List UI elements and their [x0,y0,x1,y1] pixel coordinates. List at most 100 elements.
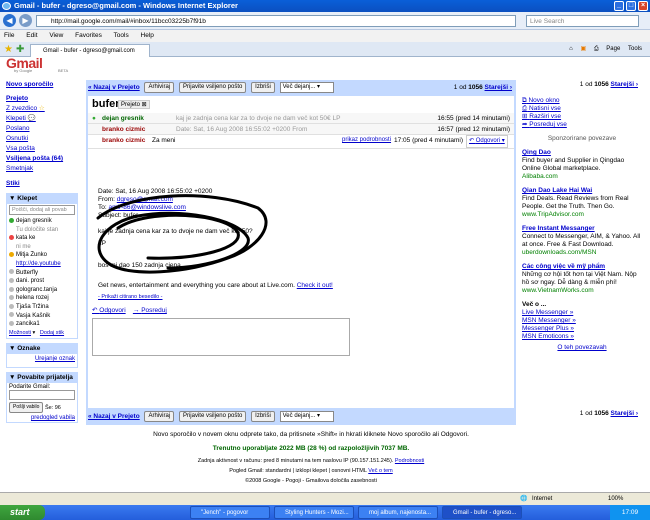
inbox-label-chip[interactable]: Prejeto ⊠ [118,100,150,109]
ad-url[interactable]: Alibaba.com [522,173,642,181]
labels-header[interactable]: ▼ Oznake [7,344,77,354]
nav-spam[interactable]: Vsiljena pošta (64) [6,154,78,164]
invite-email-input[interactable] [9,390,75,401]
more-link[interactable]: MSN Emoticons » [522,333,642,341]
start-button[interactable]: start [0,505,45,520]
contact-item[interactable]: Mitja Žunko [9,251,75,260]
page-menu[interactable]: Page [606,46,620,52]
back-arrow-icon[interactable]: ◀ [3,14,16,27]
contact-status-link[interactable]: http://de.youtube [9,260,75,269]
contact-item[interactable]: dani. prost [9,277,75,286]
older-link[interactable]: Starejši › [611,81,638,88]
contact-item[interactable]: kata ke [9,234,75,243]
maximize-button[interactable]: □ [626,1,636,11]
new-window-link[interactable]: ⧉ Novo okno [522,97,642,105]
nav-sent[interactable]: Poslano [6,124,78,134]
edit-labels-link[interactable]: Urejanje oznak [35,356,75,362]
ad-title[interactable]: Các công việc về mỹ phẩm [522,263,642,271]
favorites-star-icon[interactable]: ★ [4,44,13,55]
ad-title[interactable]: Qing Dao [522,149,642,157]
ad-url[interactable]: www.VietnamWorks.com [522,287,642,295]
ad-url[interactable]: uberdownloads.com/MSN [522,249,642,257]
more-actions-select[interactable]: Več dejanj... ▾ [279,410,334,422]
nav-contacts[interactable]: Stiki [6,179,78,189]
more-link[interactable]: Live Messenger » [522,309,642,317]
taskbar-item[interactable]: moj album, najenosta... [358,506,438,519]
tools-menu[interactable]: Tools [628,46,642,52]
chat-status-message[interactable]: Tu določite stan [9,226,75,235]
reply-link[interactable]: ↶ Odgovori [92,307,126,314]
menu-favorites[interactable]: Favorites [75,32,102,39]
invite-preview-link[interactable]: predogled vabila [9,415,75,421]
check-it-out-link[interactable]: Check it out! [297,282,333,289]
expand-all-link[interactable]: ⊞ Razširi vse [522,113,642,121]
report-spam-button[interactable]: Prijavite vsiljeno pošto [178,81,247,93]
more-link[interactable]: MSN Messenger » [522,317,642,325]
report-spam-button[interactable]: Prijavite vsiljeno pošto [178,410,247,422]
show-details-link[interactable]: prikaz podrobnosti [342,135,391,146]
activity-details-link[interactable]: Podrobnosti [395,458,424,464]
quick-reply-textarea[interactable] [92,318,350,356]
close-button[interactable]: × [638,1,648,11]
message-row[interactable]: ● dejan gresnik kaj je zadnja cena kar z… [88,113,514,124]
send-invite-button[interactable]: Pošlji vabilo [9,402,44,414]
nav-inbox[interactable]: Prejeto [6,94,78,104]
chat-self[interactable]: dejan gresnik [9,217,75,226]
older-link[interactable]: Starejši › [485,84,512,91]
feeds-icon[interactable]: ▣ [580,46,586,52]
contact-item[interactable]: Vasja Kašnik [9,312,75,321]
ad-url[interactable]: www.TripAdvisor.com [522,211,642,219]
delete-button[interactable]: Izbriši [251,410,275,422]
menu-tools[interactable]: Tools [114,32,129,39]
chat-search-input[interactable]: Poišči, dodaj ali povab [9,205,75,215]
reply-dropdown[interactable]: ↶ Odgovori ▾ [466,135,508,148]
contact-item[interactable]: Tjaša Tržina [9,303,75,312]
delete-button[interactable]: Izbriši [251,81,275,93]
add-contact-link[interactable]: Dodaj stik [40,330,64,336]
menu-file[interactable]: File [4,32,14,39]
taskbar-item-active[interactable]: Gmail - bufer - dgreso... [442,506,522,519]
dropdown-arrow-icon[interactable]: ▾ [33,330,36,336]
menu-view[interactable]: View [49,32,63,39]
ad-title[interactable]: Free Instant Messanger [522,225,642,233]
message-row[interactable]: branko cizmic Date: Sat, 16 Aug 2008 16:… [88,124,514,135]
nav-chats[interactable]: Klepeti 💬 [6,114,78,124]
nav-drafts[interactable]: Osnutki [6,134,78,144]
more-actions-select[interactable]: Več dejanj... ▾ [279,81,334,93]
contact-item[interactable]: helena rozej [9,294,75,303]
minimize-button[interactable]: _ [614,1,624,11]
contact-item[interactable]: gologranc.tanja [9,286,75,295]
browser-tab[interactable]: Gmail - bufer - dgreso@gmail.com [30,44,150,57]
address-bar[interactable]: http://mail.google.com/mail/#inbox/11bcc… [36,15,516,27]
forward-arrow-icon[interactable]: ▶ [19,14,32,27]
taskbar-item[interactable]: "Jench" - pogovor [190,506,270,519]
add-favorite-icon[interactable]: ✚ [16,44,24,55]
learn-more-link[interactable]: Več o tem [368,468,392,474]
expanded-message-header[interactable]: branko cizmic Za meni prikaz podrobnosti… [88,135,514,149]
home-icon[interactable]: ⌂ [569,46,573,52]
compose-link[interactable]: Novo sporočilo [6,80,78,90]
invite-header[interactable]: ▼ Povabite prijatelja [7,373,77,383]
forward-all-link[interactable]: ➦ Posreduj vse [522,121,642,129]
live-search-input[interactable]: Live Search [526,15,639,27]
older-link[interactable]: Starejši › [611,410,638,417]
chat-header[interactable]: ▼ Klepet [7,194,77,204]
more-link[interactable]: Messenger Plus » [522,325,642,333]
back-to-inbox-link[interactable]: « Nazaj v Prejeto [88,84,140,91]
nav-all-mail[interactable]: Vsa pošta [6,144,78,154]
print-all-link[interactable]: ⎙ Natisni vse [522,105,642,113]
nav-trash[interactable]: Smetnjak [6,164,78,174]
ad-title[interactable]: Qian Dao Lake Hai Wai [522,187,642,195]
menu-edit[interactable]: Edit [26,32,37,39]
archive-button[interactable]: Arhiviraj [144,410,175,422]
forward-link[interactable]: → Posreduj [133,307,167,314]
show-quoted-text-link[interactable]: - Prikaži citirano besedilo - [98,293,333,301]
chat-options-link[interactable]: Možnosti [9,330,31,336]
menu-help[interactable]: Help [141,32,154,39]
back-to-inbox-link[interactable]: « Nazaj v Prejeto [88,413,140,420]
nav-starred[interactable]: Z zvezdico ☆ [6,104,78,114]
archive-button[interactable]: Arhiviraj [144,81,175,93]
contact-item[interactable]: zancika1 [9,320,75,329]
taskbar-item[interactable]: Styling Hunters - Mozi... [274,506,354,519]
about-ads-link[interactable]: O teh povezavah [522,344,642,352]
